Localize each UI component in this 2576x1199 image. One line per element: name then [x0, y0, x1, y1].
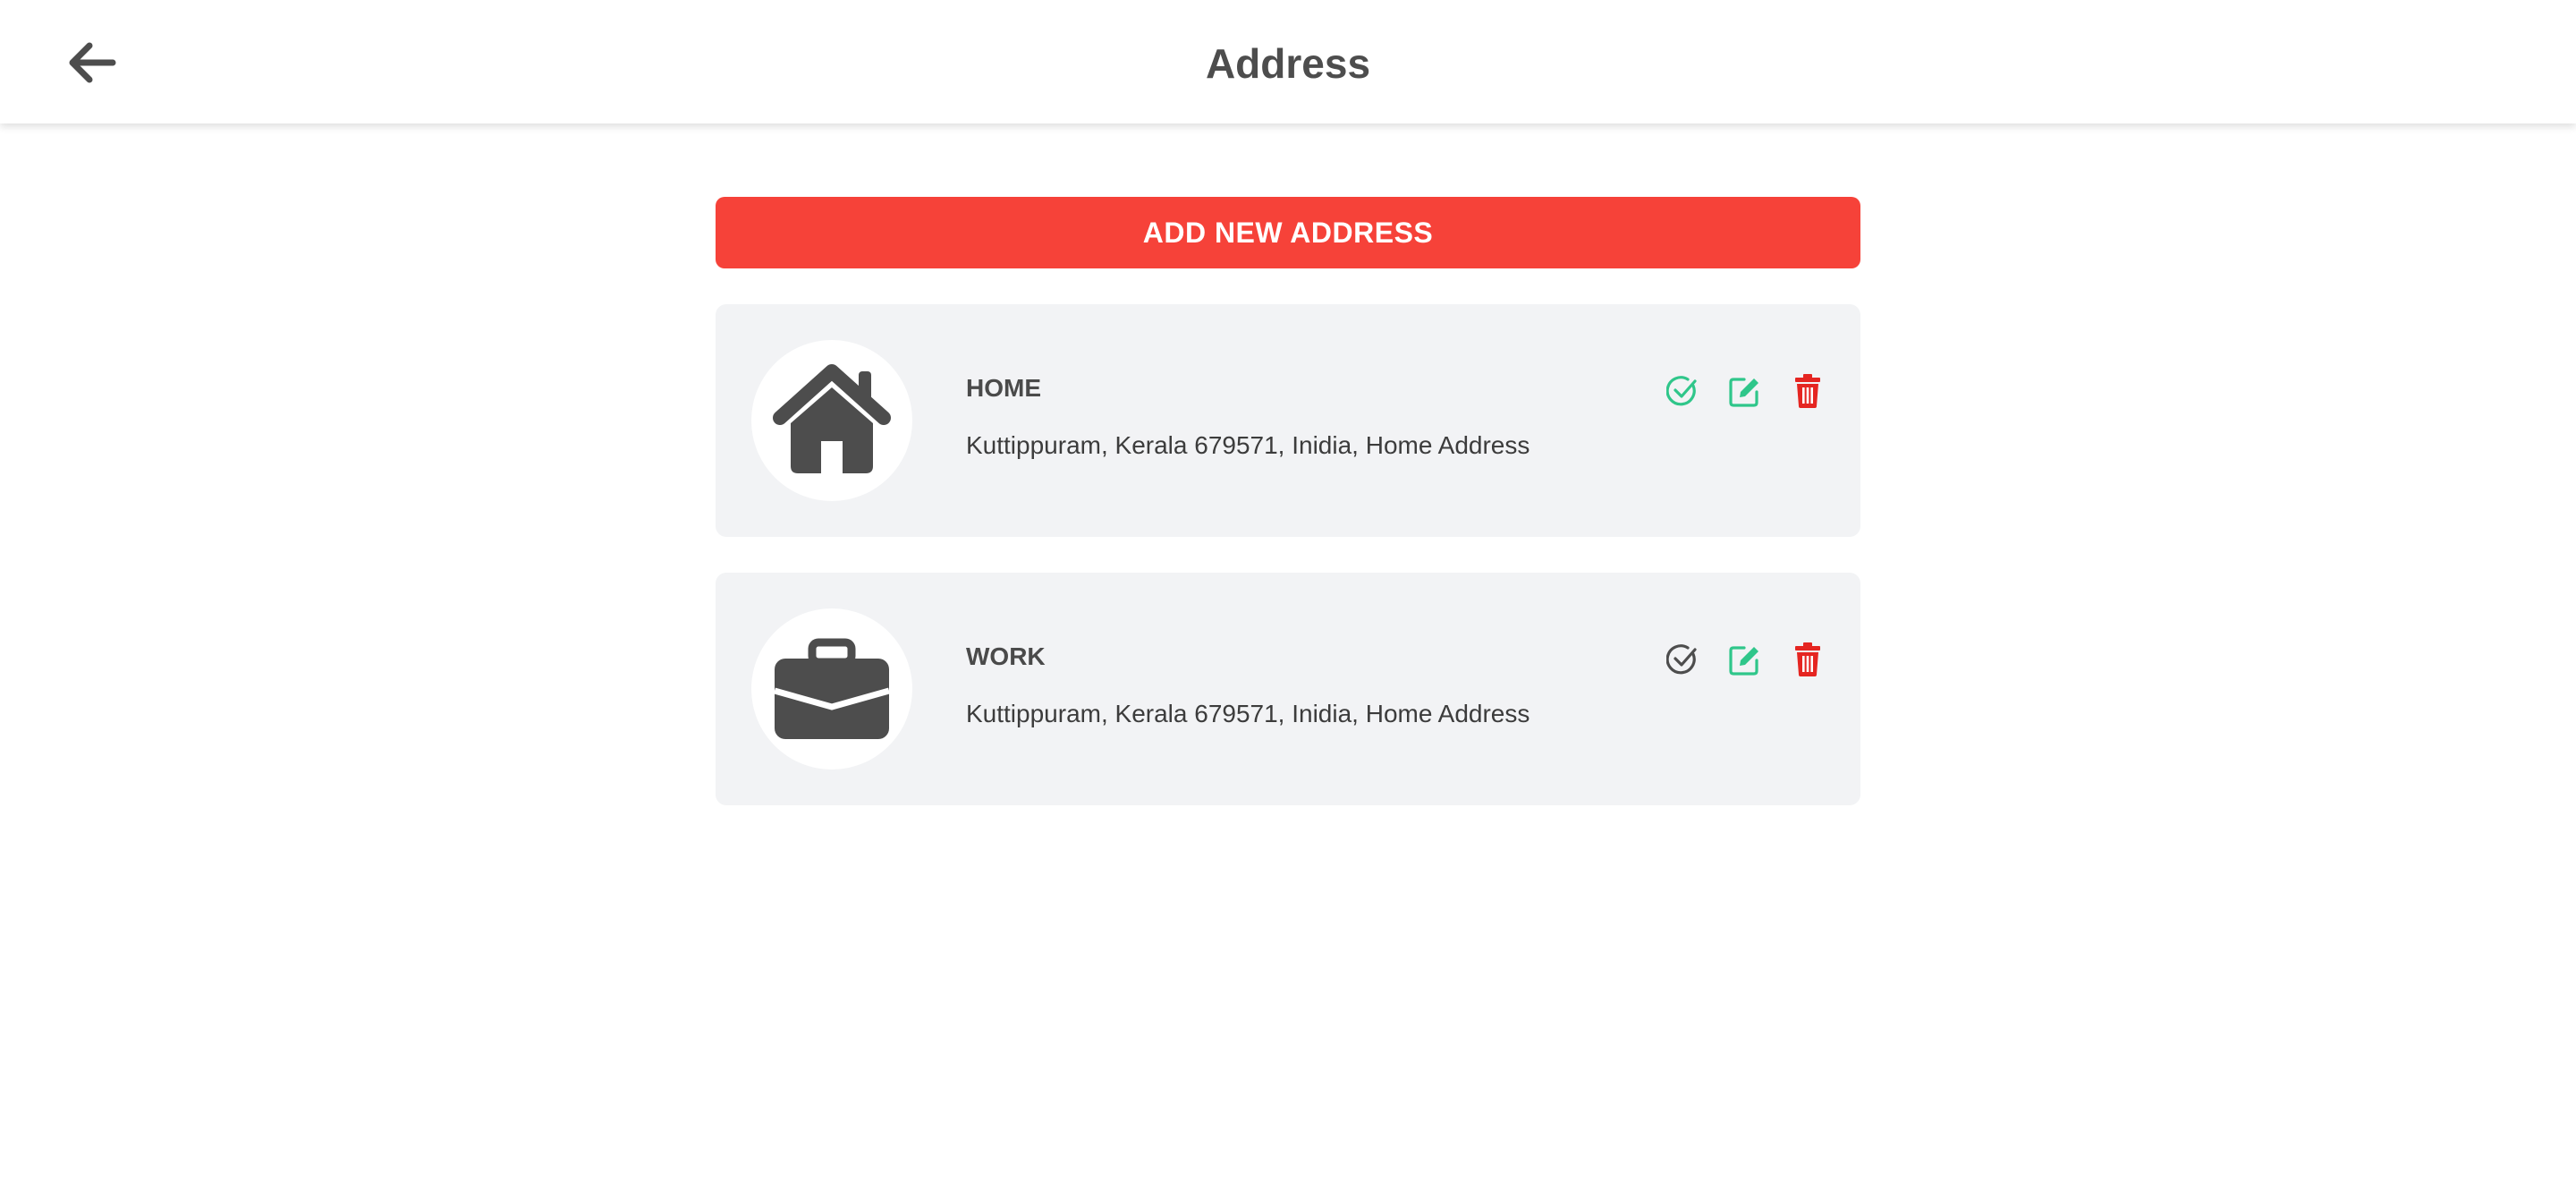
address-label: HOME: [966, 374, 1041, 402]
check-circle-icon: [1666, 644, 1697, 675]
trash-icon: [1795, 374, 1820, 408]
trash-icon: [1795, 642, 1820, 676]
address-actions: [1665, 641, 1825, 678]
select-address-button[interactable]: [1665, 372, 1699, 410]
address-label: WORK: [966, 642, 1046, 670]
delete-address-button[interactable]: [1791, 372, 1825, 410]
address-list-container: ADD NEW ADDRESS HOME Kuttippuram, Kerala…: [716, 197, 1860, 805]
address-text: Kuttippuram, Kerala 679571, Inidia, Home…: [966, 700, 1530, 727]
address-card-home[interactable]: HOME Kuttippuram, Kerala 679571, Inidia,…: [716, 304, 1860, 537]
address-actions: [1665, 372, 1825, 410]
edit-icon: [1729, 646, 1758, 676]
edit-icon: [1729, 378, 1758, 407]
house-icon: [773, 364, 891, 473]
delete-address-button[interactable]: [1791, 641, 1825, 678]
check-circle-icon: [1666, 376, 1697, 406]
address-card-work[interactable]: WORK Kuttippuram, Kerala 679571, Inidia,…: [716, 573, 1860, 805]
briefcase-icon: [774, 638, 890, 739]
select-address-button[interactable]: [1665, 641, 1699, 678]
page-title: Address: [1205, 40, 1371, 87]
address-text: Kuttippuram, Kerala 679571, Inidia, Home…: [966, 431, 1530, 459]
app-header: Address: [0, 0, 2576, 123]
address-avatar: [751, 340, 912, 501]
edit-address-button[interactable]: [1728, 641, 1762, 678]
edit-address-button[interactable]: [1728, 372, 1762, 410]
address-avatar: [751, 608, 912, 770]
add-new-address-button[interactable]: ADD NEW ADDRESS: [716, 197, 1860, 268]
